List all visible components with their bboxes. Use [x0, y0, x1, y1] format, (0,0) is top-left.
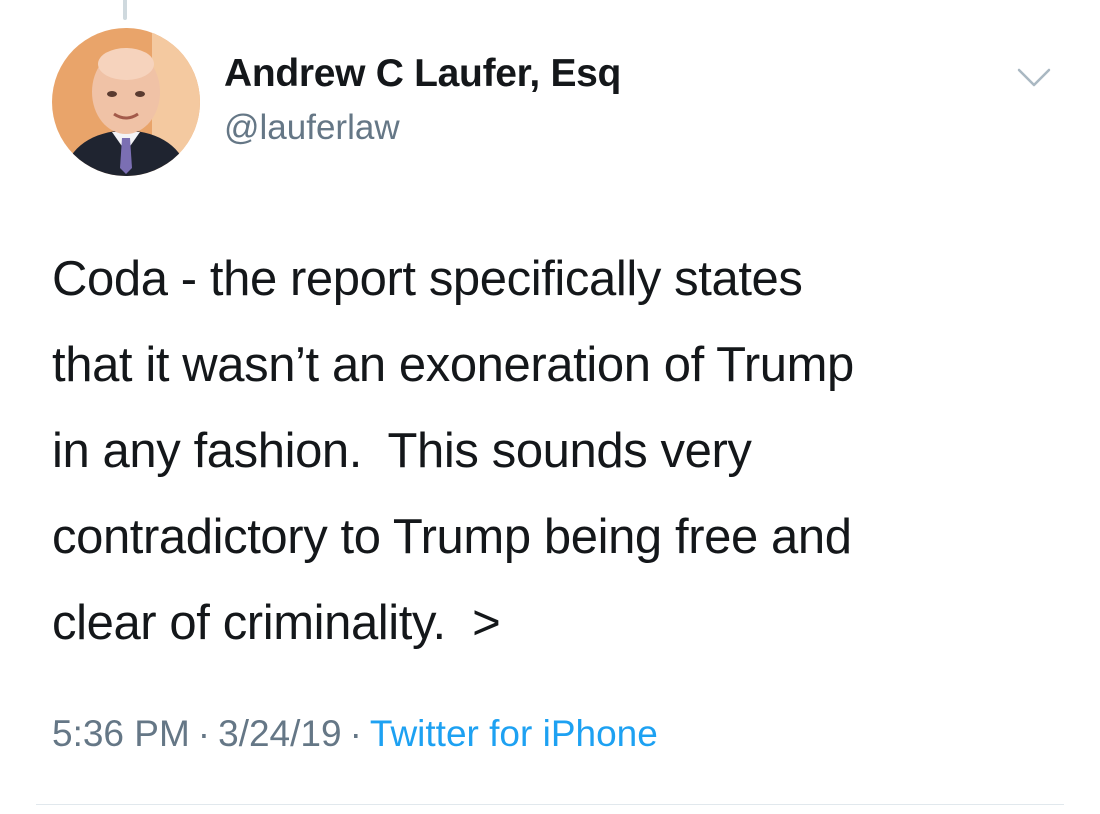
tweet-text-line: clear of criminality. >: [52, 596, 501, 650]
tweet-menu-button[interactable]: [1016, 66, 1052, 90]
meta-separator: ·: [197, 713, 211, 754]
tweet-text-line: in any fashion. This sounds very: [52, 424, 752, 478]
chevron-down-icon: [1017, 68, 1051, 87]
tweet-text-line: contradictory to Trump being free and: [52, 510, 852, 564]
tweet-time[interactable]: 5:36 PM: [52, 713, 190, 754]
bottom-divider: [36, 804, 1064, 805]
thread-connector-line: [123, 0, 127, 20]
tweet-date[interactable]: 3/24/19: [218, 713, 341, 754]
meta-separator: ·: [349, 713, 362, 754]
tweet-text-line: Coda - the report specifically states: [52, 252, 803, 306]
author-avatar[interactable]: [52, 28, 200, 176]
tweet-text-line: that it wasn’t an exoneration of Trump: [52, 338, 854, 392]
profile-photo-icon: [52, 28, 200, 176]
tweet-metadata: 5:36 PM · 3/24/19 · Twitter for iPhone: [52, 713, 658, 755]
tweet-text: Coda - the report specifically states th…: [52, 236, 1062, 666]
author-display-name[interactable]: Andrew C Laufer, Esq: [224, 52, 621, 96]
tweet-source-link[interactable]: Twitter for iPhone: [370, 713, 658, 754]
author-handle[interactable]: @lauferlaw: [224, 108, 400, 148]
